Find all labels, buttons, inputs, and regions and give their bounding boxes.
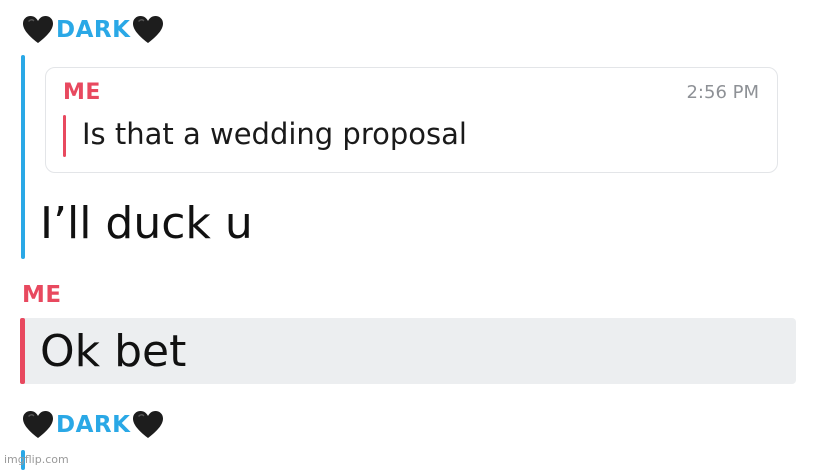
message-text[interactable]: I’ll duck u (40, 202, 253, 246)
watermark: imgflip.com (4, 453, 69, 466)
sender-name: DARK (56, 412, 131, 438)
message-accent-bar (20, 318, 25, 384)
sender-header-dark: DARK (22, 15, 164, 45)
sender-header-dark: DARK (22, 410, 164, 440)
quoted-message[interactable]: ME 2:56 PM Is that a wedding proposal (45, 67, 778, 173)
message-accent-bar (21, 55, 25, 259)
quoted-text: Is that a wedding proposal (82, 117, 467, 151)
sender-header-me: ME (22, 280, 62, 310)
sender-name: DARK (56, 17, 131, 43)
black-heart-icon (22, 15, 54, 45)
black-heart-icon (22, 410, 54, 440)
quoted-sender: ME (63, 80, 101, 105)
sender-name: ME (22, 282, 62, 308)
black-heart-icon (132, 15, 164, 45)
quoted-timestamp: 2:56 PM (686, 82, 759, 103)
quote-accent-bar (63, 115, 66, 157)
message-text[interactable]: Ok bet (40, 330, 186, 374)
black-heart-icon (132, 410, 164, 440)
